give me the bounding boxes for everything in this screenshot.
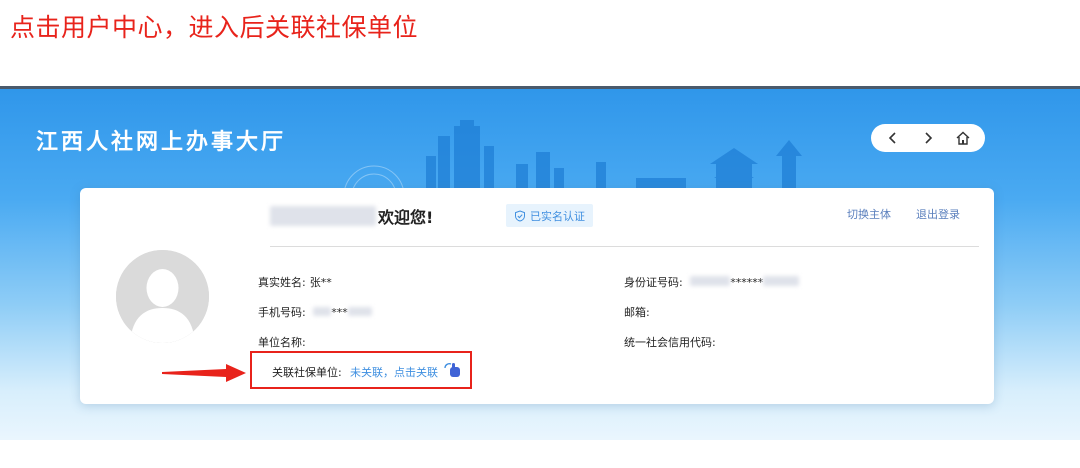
id-number-value: ****** (730, 276, 764, 289)
credit-code-label: 统一社会信用代码: (624, 336, 716, 349)
redacted-id-prefix (690, 276, 731, 286)
portal-title: 江西人社网上办事大厅 (36, 130, 287, 155)
default-avatar-icon (116, 250, 209, 343)
switch-entity-link[interactable]: 切换主体 (847, 206, 891, 222)
company-field: 单位名称: (258, 334, 310, 350)
email-label: 邮箱: (624, 306, 650, 319)
real-name-field: 真实姓名: 张** (258, 274, 332, 290)
real-name-value: 张** (309, 276, 332, 289)
association-highlight-box: 关联社保单位: 未关联，点击关联 (250, 351, 472, 389)
association-label: 关联社保单位: (272, 366, 342, 379)
verified-badge-label: 已实名认证 (530, 209, 585, 223)
home-button[interactable] (950, 125, 976, 151)
associate-unit-link[interactable]: 未关联，点击关联 (350, 364, 438, 380)
chevron-right-icon (925, 132, 933, 144)
user-avatar (116, 250, 209, 343)
email-field: 邮箱: (624, 304, 654, 320)
verified-badge: 已实名认证 (506, 204, 593, 227)
phone-label: 手机号码: (258, 306, 306, 319)
forward-button[interactable] (915, 125, 941, 151)
phone-value: *** (331, 306, 348, 319)
id-number-field: 身份证号码: ****** (624, 274, 800, 290)
back-button[interactable] (880, 125, 906, 151)
nav-controls (871, 124, 985, 152)
shield-check-icon (515, 209, 525, 222)
redacted-phone-suffix (347, 307, 372, 316)
portal-banner: 江西人社网上办事大厅 欢迎您! 已实名认证 切换主体 退出登录 真实姓名: 张*… (0, 86, 1080, 440)
home-icon (956, 131, 970, 145)
company-label: 单位名称: (258, 336, 306, 349)
red-arrow-annotation (162, 364, 246, 382)
pointer-hand-icon[interactable] (443, 361, 463, 379)
header-divider (270, 246, 979, 247)
welcome-message: 欢迎您! (378, 208, 434, 227)
phone-field: 手机号码: *** (258, 304, 372, 320)
credit-code-field: 统一社会信用代码: (624, 334, 720, 350)
city-skyline-illustration (343, 120, 802, 196)
redacted-username (270, 206, 376, 226)
redacted-phone-prefix (313, 307, 332, 316)
logout-link[interactable]: 退出登录 (916, 206, 960, 222)
instruction-caption: 点击用户中心，进入后关联社保单位 (10, 13, 419, 42)
banner-top-border (0, 86, 1080, 89)
redacted-id-suffix (763, 276, 800, 286)
chevron-left-icon (888, 132, 896, 144)
id-number-label: 身份证号码: (624, 276, 683, 289)
real-name-label: 真实姓名: (258, 276, 306, 289)
